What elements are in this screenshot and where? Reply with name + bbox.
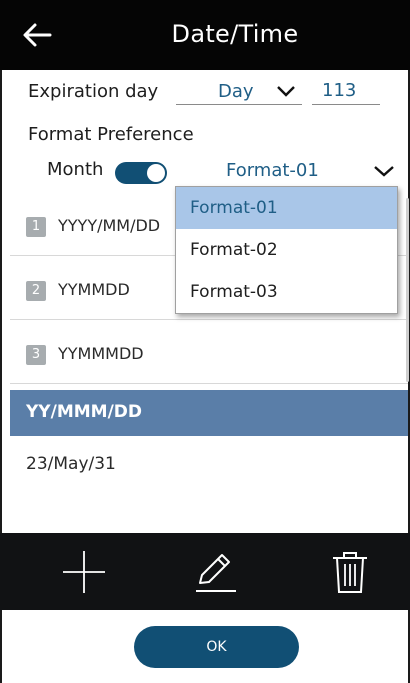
- format-pattern: YYMMMDD: [58, 344, 144, 363]
- page-title: Date/Time: [171, 20, 299, 48]
- trash-icon[interactable]: [323, 545, 377, 599]
- add-icon[interactable]: [57, 545, 111, 599]
- list-item[interactable]: 3 YYMMMDD: [10, 326, 408, 384]
- month-toggle[interactable]: [115, 162, 167, 184]
- month-toggle-label: Month: [47, 159, 104, 180]
- selected-pattern: YY/MMM/DD: [26, 402, 143, 422]
- bottom-toolbar: [0, 533, 410, 610]
- dropdown-option[interactable]: Format-03: [176, 271, 397, 313]
- chevron-down-icon: [277, 86, 295, 97]
- format-pattern: YYMMDD: [58, 280, 130, 299]
- number-underline: [312, 104, 380, 105]
- expiration-number-value: 113: [322, 80, 357, 101]
- format-pattern: YYYY/MM/DD: [58, 216, 161, 235]
- sample-date: 23/May/31: [26, 454, 116, 474]
- expiration-number-field[interactable]: 113: [312, 76, 380, 106]
- expiration-unit-value: Day: [218, 81, 254, 102]
- format-dropdown-menu: Format-01 Format-02 Format-03: [175, 186, 398, 314]
- edit-pencil-icon[interactable]: [188, 545, 242, 599]
- item-number-badge: 3: [26, 345, 46, 365]
- format-select-value[interactable]: Format-01: [226, 160, 319, 181]
- chevron-down-icon[interactable]: [373, 164, 395, 178]
- dropdown-option[interactable]: Format-02: [176, 229, 397, 271]
- expiration-label: Expiration day: [28, 81, 159, 102]
- unit-underline: [176, 104, 302, 105]
- dropdown-option[interactable]: Format-01: [176, 187, 397, 229]
- ok-button[interactable]: OK: [134, 626, 299, 668]
- selected-format-bar: YY/MMM/DD: [10, 390, 408, 436]
- expiration-unit-select[interactable]: Day: [176, 76, 302, 106]
- item-number-badge: 1: [26, 217, 46, 237]
- header-bar: Date/Time: [0, 0, 410, 70]
- item-number-badge: 2: [26, 281, 46, 301]
- list-scrollbar[interactable]: [406, 198, 409, 382]
- format-preference-label: Format Preference: [28, 124, 194, 145]
- toggle-knob: [147, 164, 165, 182]
